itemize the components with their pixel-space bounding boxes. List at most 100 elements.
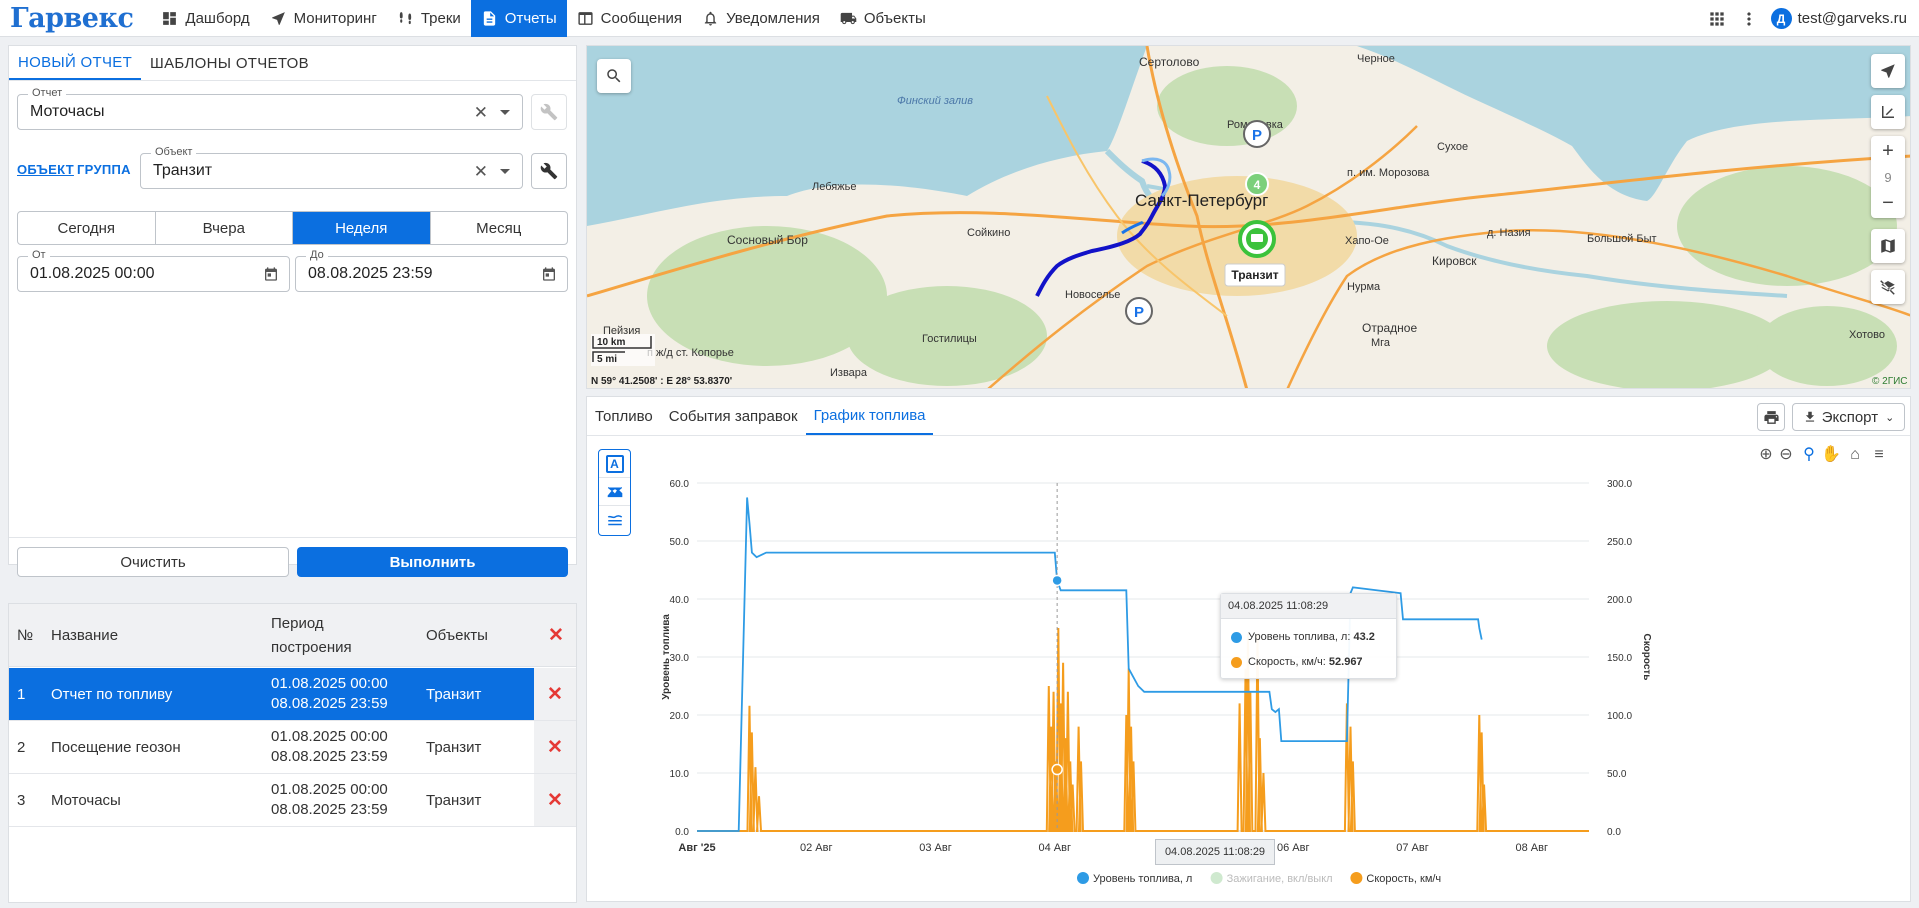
form-divider <box>9 537 576 538</box>
chevron-down-icon[interactable] <box>500 110 510 115</box>
date-to-field[interactable]: До 08.08.2025 23:59 <box>295 249 568 292</box>
zoom-in-icon[interactable]: + <box>1882 140 1894 163</box>
col-period-line1: Период <box>271 615 324 632</box>
report-select[interactable]: Отчет Моточасы ✕ <box>17 87 523 130</box>
map-label-sosnovy: Сосновый Бор <box>727 233 808 247</box>
y-tick-label: 50.0 <box>670 537 690 548</box>
object-mode-link[interactable]: ОБЪЕКТ <box>17 162 74 177</box>
x-tick-label: 08 Авг <box>1516 842 1548 854</box>
map-label-izvara: Извара <box>830 367 868 379</box>
map-search-button[interactable] <box>597 59 631 93</box>
measure-button[interactable] <box>1871 95 1905 129</box>
y2-axis-title: Скорость <box>1641 634 1652 681</box>
tab-new-report[interactable]: НОВЫЙ ОТЧЕТ <box>9 46 142 80</box>
truck-icon <box>840 12 857 24</box>
row-period-end: 08.08.2025 23:59 <box>271 695 388 712</box>
x-tick-label: 04 Авг <box>1039 842 1071 854</box>
delete-all-icon[interactable]: ✕ <box>548 624 564 647</box>
nav-item-monitoring[interactable]: Мониторинг <box>260 0 387 37</box>
speed-hover-point <box>1051 763 1063 776</box>
locate-button[interactable] <box>1871 54 1905 88</box>
table-row[interactable]: 3 Моточасы 01.08.2025 00:00 08.08.2025 2… <box>9 774 576 827</box>
period-yesterday[interactable]: Вчера <box>156 212 293 244</box>
table-header: № Название Период построения Объекты ✕ <box>9 604 576 667</box>
nav-item-messages[interactable]: Сообщения <box>567 0 692 37</box>
group-mode-link[interactable]: ГРУППА <box>77 162 131 177</box>
col-objects: Объекты <box>426 627 488 644</box>
legend-marker <box>1210 872 1223 884</box>
period-month[interactable]: Месяц <box>431 212 568 244</box>
table-row[interactable]: 1 Отчет по топливу 01.08.2025 00:00 08.0… <box>9 668 576 721</box>
report-settings-button[interactable] <box>531 94 567 130</box>
svg-text:P: P <box>1134 304 1144 321</box>
legend-label: Скорость, км/ч <box>1366 873 1441 885</box>
zoom-in-icon[interactable]: ⊕ <box>1759 446 1772 463</box>
period-today[interactable]: Сегодня <box>18 212 156 244</box>
apps-grid-icon[interactable] <box>1707 9 1727 29</box>
zoom-select-icon[interactable]: ⚲ <box>1803 446 1815 463</box>
y-tick-label: 20.0 <box>670 711 690 722</box>
legend-item[interactable]: Уровень топлива, л <box>1077 872 1192 885</box>
zoom-out-icon[interactable]: − <box>1882 192 1894 215</box>
map-scale: 10 km 5 mi <box>591 334 655 366</box>
map-label-otradnoe: Отрадное <box>1362 321 1417 335</box>
row-name: Посещение геозон <box>51 739 181 756</box>
map-layers-button[interactable] <box>1871 229 1905 263</box>
legend-item[interactable]: Зажигание, вкл/выкл <box>1210 872 1333 885</box>
app-logo[interactable]: Гарвекс <box>0 3 151 34</box>
run-button[interactable]: Выполнить <box>297 547 568 577</box>
reports-table: № Название Период построения Объекты ✕ 1… <box>8 603 577 903</box>
clear-icon[interactable]: ✕ <box>474 162 488 182</box>
home-icon[interactable]: ⌂ <box>1850 446 1860 463</box>
nav-item-notifications[interactable]: Уведомления <box>692 0 830 37</box>
calendar-icon[interactable] <box>263 266 279 282</box>
report-field-value: Моточасы <box>30 103 105 120</box>
chevron-down-icon[interactable] <box>500 169 510 174</box>
tab-report-templates[interactable]: ШАБЛОНЫ ОТЧЕТОВ <box>141 46 318 80</box>
calendar-icon[interactable] <box>541 266 557 282</box>
object-settings-button[interactable] <box>531 153 567 189</box>
vehicle-marker[interactable] <box>1238 220 1276 258</box>
map-label-bolshoy: Большой Быт <box>1587 233 1657 245</box>
object-select[interactable]: Объект Транзит ✕ <box>140 146 523 189</box>
menu-icon[interactable]: ≡ <box>1874 446 1883 463</box>
delete-icon[interactable]: ✕ <box>547 736 563 759</box>
period-week[interactable]: Неделя <box>293 212 431 244</box>
delete-icon[interactable]: ✕ <box>547 683 563 706</box>
nav-item-reports[interactable]: Отчеты <box>470 0 567 37</box>
zoom-out-icon[interactable]: ⊖ <box>1779 446 1792 463</box>
chart-panel: Топливо События заправок График топлива … <box>586 396 1911 902</box>
x-tick-label: 03 Авг <box>919 842 951 854</box>
nav-item-tracks[interactable]: Треки <box>387 0 471 37</box>
legend-item[interactable]: Скорость, км/ч <box>1350 872 1441 885</box>
map-view[interactable]: Сертолово Финский залив Санкт-Петербург … <box>586 45 1911 389</box>
x-tick-label: 07 Авг <box>1396 842 1428 854</box>
parking-marker-south[interactable]: P <box>1125 297 1153 325</box>
map-attribution[interactable]: © 2ГИС <box>1872 376 1908 387</box>
date-from-field[interactable]: От 01.08.2025 00:00 <box>17 249 290 292</box>
cluster-marker[interactable]: 4 <box>1245 172 1269 196</box>
map-label-spb: Санкт-Петербург <box>1135 191 1268 210</box>
legend-label: Зажигание, вкл/выкл <box>1227 873 1333 885</box>
delete-icon[interactable]: ✕ <box>547 789 563 812</box>
clear-icon[interactable]: ✕ <box>474 103 488 123</box>
tooltip-speed-label: Скорость, км/ч: <box>1248 656 1326 668</box>
hide-layers-button[interactable] <box>1871 270 1905 304</box>
row-name: Отчет по топливу <box>51 686 173 703</box>
nav-item-objects[interactable]: Объекты <box>830 0 936 37</box>
nav-label: Мониторинг <box>293 9 377 27</box>
row-num: 3 <box>17 792 26 809</box>
clear-button[interactable]: Очистить <box>17 547 289 577</box>
user-email[interactable]: test@garveks.ru <box>1798 10 1919 27</box>
avatar[interactable]: Д <box>1770 8 1792 29</box>
col-period-line2: построения <box>271 639 352 656</box>
nav-item-dashboard[interactable]: Дашборд <box>151 0 259 37</box>
pan-icon[interactable]: ✋ <box>1821 444 1841 463</box>
more-vert-icon[interactable] <box>1739 9 1759 29</box>
table-row[interactable]: 2 Посещение геозон 01.08.2025 00:00 08.0… <box>9 721 576 774</box>
x-tick-label: Авг '25 <box>678 842 715 854</box>
object-field-value: Транзит <box>153 162 213 179</box>
map-canvas[interactable]: Сертолово Финский залив Санкт-Петербург … <box>587 46 1911 389</box>
parking-marker-north[interactable]: P <box>1243 120 1271 148</box>
row-period-end: 08.08.2025 23:59 <box>271 801 388 818</box>
